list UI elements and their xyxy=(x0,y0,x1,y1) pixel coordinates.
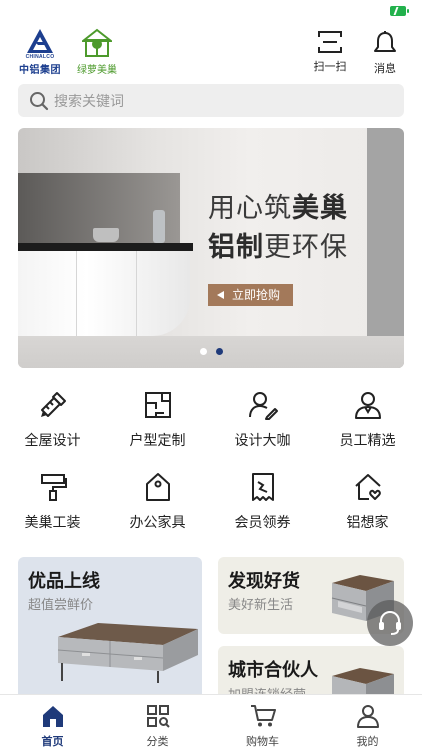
tab-label: 我的 xyxy=(356,736,379,748)
customer-service-button[interactable] xyxy=(367,600,413,646)
banner-vase xyxy=(153,210,165,243)
banner-pot xyxy=(93,228,119,242)
floorplan-icon xyxy=(144,392,171,418)
card-subtitle: 美好新生活 xyxy=(228,597,294,612)
tab-label: 首页 xyxy=(41,736,64,748)
menu-label: 员工精选 xyxy=(339,432,396,448)
designer-icon xyxy=(248,392,278,420)
tab-cart[interactable]: 购物车 xyxy=(210,695,315,750)
home-screen: CHINALCO 中铝集团 绿萝美巢 扫一扫 消息 搜索关键词 用心筑美巢 铝制… xyxy=(0,0,422,750)
search-icon xyxy=(30,92,49,111)
headset-icon xyxy=(379,610,401,635)
menu-item-member-coupons[interactable]: 会员领券 xyxy=(210,467,315,537)
scan-label: 扫一扫 xyxy=(313,61,347,73)
card-title: 优品上线 xyxy=(28,571,100,591)
lvluo-logo: 绿萝美巢 xyxy=(75,28,119,76)
chinalco-logo-mark xyxy=(27,29,53,53)
banner-cabinet-seam xyxy=(76,251,77,336)
user-icon xyxy=(356,705,379,728)
message-label: 消息 xyxy=(374,63,396,75)
menu-item-staff-picks[interactable]: 员工精选 xyxy=(315,385,420,455)
tab-mine[interactable]: 我的 xyxy=(315,695,420,750)
tv-cabinet-image xyxy=(58,623,198,683)
menu-label: 铝想家 xyxy=(346,514,389,530)
banner-headline-1a: 用心筑 xyxy=(208,193,292,223)
home-icon xyxy=(42,706,63,727)
carousel-dot[interactable] xyxy=(200,348,207,355)
message-button[interactable]: 消息 xyxy=(365,30,405,75)
menu-label: 办公家具 xyxy=(129,514,186,530)
scan-icon xyxy=(318,31,342,53)
promo-banner[interactable]: 用心筑美巢 铝制更环保 立即抢购 xyxy=(18,128,404,368)
banner-wall xyxy=(367,128,404,368)
menu-label: 美巢工装 xyxy=(24,514,81,530)
search-input[interactable] xyxy=(54,84,384,117)
menu-label: 会员领券 xyxy=(234,514,291,530)
chinalco-logo-cn: 中铝集团 xyxy=(19,65,61,76)
menu-label: 全屋设计 xyxy=(24,432,81,448)
menu-label: 设计大咖 xyxy=(234,432,291,448)
card-new-products[interactable]: 优品上线 超值尝鲜价 xyxy=(18,557,202,702)
header: CHINALCO 中铝集团 绿萝美巢 扫一扫 消息 xyxy=(0,26,422,76)
triangle-left-icon xyxy=(217,291,224,299)
category-menu: 全屋设计 户型定制 设计大咖 员工精选 美巢工装 办公家具 会员领券 铝想家 xyxy=(0,385,422,545)
bell-icon xyxy=(374,31,396,52)
menu-label: 户型定制 xyxy=(129,432,186,448)
scan-button[interactable]: 扫一扫 xyxy=(310,30,350,74)
menu-item-aluminum-home[interactable]: 铝想家 xyxy=(315,467,420,537)
menu-item-whole-house-design[interactable]: 全屋设计 xyxy=(0,385,105,455)
house-heart-icon xyxy=(354,474,381,500)
chinalco-logo-en: CHINALCO xyxy=(25,54,55,60)
card-title: 发现好货 xyxy=(228,571,300,591)
buy-now-label: 立即抢购 xyxy=(232,288,281,302)
carousel-dots xyxy=(200,348,230,356)
status-bar xyxy=(0,0,422,24)
menu-item-floorplan-custom[interactable]: 户型定制 xyxy=(105,385,210,455)
card-subtitle: 超值尝鲜价 xyxy=(28,597,94,612)
banner-cabinet-seam xyxy=(136,251,137,336)
bottom-tab-bar: 首页 分类 购物车 我的 xyxy=(0,694,422,750)
category-icon xyxy=(146,705,170,728)
ruler-pencil-icon xyxy=(40,392,66,417)
price-tag-icon xyxy=(145,473,170,501)
card-title: 城市合伙人 xyxy=(228,660,318,680)
staff-icon xyxy=(354,392,381,419)
banner-headline-1b: 美巢 xyxy=(292,193,348,223)
banner-headline-2b: 更环保 xyxy=(264,232,348,262)
banner-headline-2: 铝制更环保 xyxy=(208,225,348,264)
tab-home[interactable]: 首页 xyxy=(0,695,105,750)
tab-label: 购物车 xyxy=(246,736,279,748)
coupon-icon xyxy=(251,473,274,501)
banner-headline-2a: 铝制 xyxy=(208,232,264,262)
lvluo-logo-mark xyxy=(82,28,112,57)
banner-kitchen-counter xyxy=(18,251,190,336)
battery-charging-icon xyxy=(390,6,409,16)
tab-label: 分类 xyxy=(146,736,169,748)
banner-headline-1: 用心筑美巢 xyxy=(208,186,348,225)
chinalco-logo: CHINALCO 中铝集团 xyxy=(18,28,62,76)
buy-now-button[interactable]: 立即抢购 xyxy=(208,284,293,306)
menu-item-design-master[interactable]: 设计大咖 xyxy=(210,385,315,455)
cart-icon xyxy=(250,705,276,727)
menu-item-tooling[interactable]: 美巢工装 xyxy=(0,467,105,537)
carousel-dot-active[interactable] xyxy=(216,348,223,355)
menu-item-office-furniture[interactable]: 办公家具 xyxy=(105,467,210,537)
lvluo-logo-cn: 绿萝美巢 xyxy=(77,65,117,76)
search-bar[interactable] xyxy=(18,84,404,117)
banner-countertop xyxy=(18,243,193,251)
roller-brush-icon xyxy=(40,474,67,501)
tab-category[interactable]: 分类 xyxy=(105,695,210,750)
